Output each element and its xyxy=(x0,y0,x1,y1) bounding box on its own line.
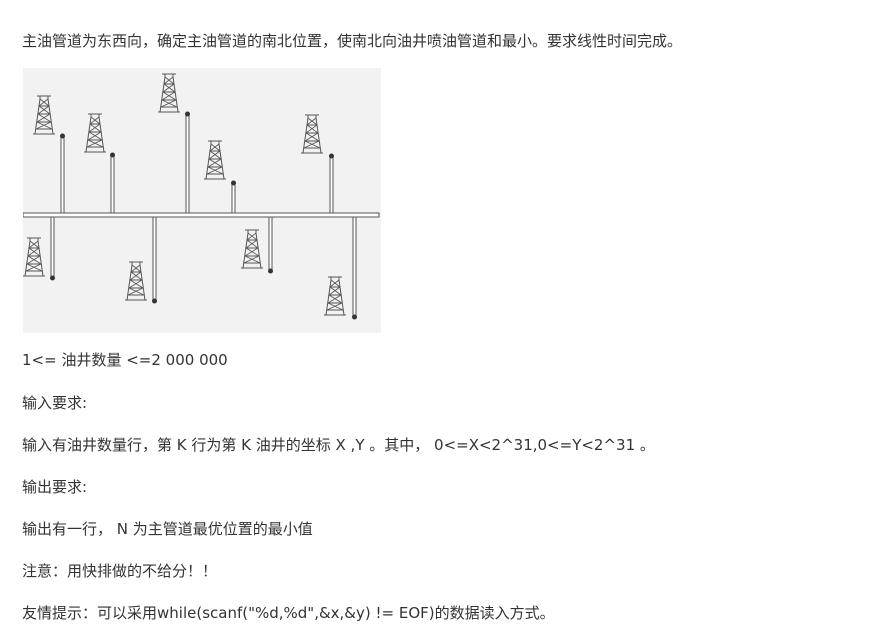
branch-pipe xyxy=(185,111,190,214)
branch-pipe xyxy=(50,216,55,281)
oil-derrick-icon xyxy=(203,140,227,180)
constraint-text: 1<= 油井数量 <=2 000 000 xyxy=(22,351,228,369)
hint-text: 友情提示：可以采用while(scanf("%d,%d",&x,&y) != E… xyxy=(22,604,555,622)
oil-derrick-icon xyxy=(157,73,181,113)
oil-pipeline-figure xyxy=(23,68,381,333)
output-heading: 输出要求: xyxy=(22,478,88,496)
branch-pipe xyxy=(231,180,236,214)
oil-derrick-icon xyxy=(83,113,107,153)
oil-derrick-icon xyxy=(124,261,148,301)
input-description: 输入有油井数量行，第 K 行为第 K 油井的坐标 X ,Y 。其中， 0<=X<… xyxy=(22,436,655,454)
oil-derrick-icon xyxy=(323,276,347,316)
branch-pipe xyxy=(152,216,157,304)
branch-pipe xyxy=(329,153,334,214)
problem-statement: 主油管道为东西向，确定主油管道的南北位置，使南北向油井喷油管道和最小。要求线性时… xyxy=(22,32,683,50)
branch-pipe xyxy=(352,216,357,320)
pipeline-diagram xyxy=(23,73,380,320)
note-text: 注意：用快排做的不给分！！ xyxy=(22,562,218,580)
input-heading: 输入要求: xyxy=(22,394,88,412)
oil-derrick-icon xyxy=(32,95,56,135)
branch-pipe xyxy=(268,216,273,274)
oil-derrick-icon xyxy=(300,114,324,154)
output-description: 输出有一行， N 为主管道最优位置的最小值 xyxy=(22,520,313,538)
branch-pipe xyxy=(60,133,65,214)
oil-derrick-icon xyxy=(240,229,264,269)
branch-pipe xyxy=(110,152,115,214)
oil-derrick-icon xyxy=(23,237,46,277)
main-pipeline xyxy=(23,212,380,218)
